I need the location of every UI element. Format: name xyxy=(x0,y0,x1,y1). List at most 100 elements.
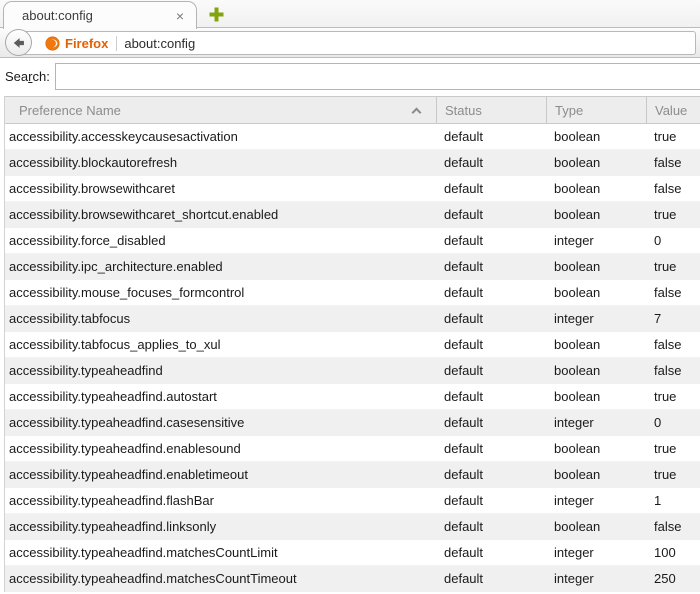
pref-name: accessibility.blockautorefresh xyxy=(9,155,178,170)
firefox-icon xyxy=(45,35,60,51)
table-row[interactable]: accessibility.typeaheadfind.flashBar defa… xyxy=(5,488,700,514)
tab-title: about:config xyxy=(22,8,93,23)
table-row[interactable]: accessibility.typeaheadfind.casesensitiv… xyxy=(5,410,700,436)
pref-name: accessibility.browsewithcaret_shortcut.e… xyxy=(9,207,279,222)
pref-status: default xyxy=(444,441,484,456)
pref-type: integer xyxy=(554,571,594,586)
pref-status: default xyxy=(444,467,484,482)
site-identity-button[interactable]: Firefox xyxy=(39,36,114,51)
column-header-preference-name[interactable]: Preference Name xyxy=(5,97,436,123)
navigation-toolbar: Firefox about:config xyxy=(0,28,700,58)
pref-status: default xyxy=(444,493,484,508)
preferences-table: Preference Name Status Type Value access… xyxy=(4,96,700,592)
table-row[interactable]: accessibility.browsewithcaret default bool… xyxy=(5,176,700,202)
pref-value: true xyxy=(654,389,677,404)
pref-status: default xyxy=(444,259,484,274)
pref-type: boolean xyxy=(554,519,601,534)
pref-type: boolean xyxy=(554,181,601,196)
pref-value: 250 xyxy=(654,571,676,586)
pref-status: default xyxy=(444,389,484,404)
url-text[interactable]: about:config xyxy=(124,36,195,51)
pref-value: 0 xyxy=(654,415,662,430)
column-header-status[interactable]: Status xyxy=(436,97,546,123)
column-header-value[interactable]: Value xyxy=(646,97,700,123)
pref-name: accessibility.mouse_focuses_formcontrol xyxy=(9,285,245,300)
pref-name: accessibility.tabfocus xyxy=(9,311,131,326)
pref-status: default xyxy=(444,155,484,170)
column-header-type[interactable]: Type xyxy=(546,97,646,123)
plus-icon xyxy=(209,7,223,22)
pref-status: default xyxy=(444,337,484,352)
pref-value: true xyxy=(654,207,677,222)
pref-type: integer xyxy=(554,545,594,560)
table-header: Preference Name Status Type Value xyxy=(5,96,700,124)
new-tab-button[interactable] xyxy=(203,4,229,25)
table-row[interactable]: accessibility.typeaheadfind.matchesCount… xyxy=(5,566,700,592)
table-row[interactable]: accessibility.browsewithcaret_shortcut.e… xyxy=(5,202,700,228)
table-row[interactable]: accessibility.tabfocus_applies_to_xul def… xyxy=(5,332,700,358)
pref-status: default xyxy=(444,207,484,222)
search-input[interactable] xyxy=(54,63,700,90)
pref-value: false xyxy=(654,285,682,300)
pref-type: integer xyxy=(554,311,594,326)
pref-type: boolean xyxy=(554,467,601,482)
pref-type: integer xyxy=(554,233,594,248)
pref-value: false xyxy=(654,337,682,352)
pref-status: default xyxy=(444,363,484,378)
table-row[interactable]: accessibility.mouse_focuses_formcontrol d… xyxy=(5,280,700,306)
table-row[interactable]: accessibility.blockautorefresh default boo… xyxy=(5,150,700,176)
table-body: accessibility.accesskeycausesactivation d… xyxy=(5,124,700,592)
pref-type: boolean xyxy=(554,129,601,144)
pref-value: true xyxy=(654,259,677,274)
pref-name: accessibility.typeaheadfind.linksonly xyxy=(9,519,217,534)
table-row[interactable]: accessibility.accesskeycausesactivation d… xyxy=(5,124,700,150)
back-button[interactable] xyxy=(5,29,32,56)
pref-status: default xyxy=(444,311,484,326)
table-row[interactable]: accessibility.typeaheadfind.autostart def… xyxy=(5,384,700,410)
pref-type: boolean xyxy=(554,363,601,378)
table-row[interactable]: accessibility.ipc_architecture.enabled de… xyxy=(5,254,700,280)
pref-type: boolean xyxy=(554,389,601,404)
pref-status: default xyxy=(444,545,484,560)
pref-value: false xyxy=(654,181,682,196)
pref-value: 100 xyxy=(654,545,676,560)
search-label: Search: xyxy=(5,69,50,84)
pref-name: accessibility.typeaheadfind.matchesCount… xyxy=(9,545,278,560)
pref-name: accessibility.ipc_architecture.enabled xyxy=(9,259,223,274)
pref-status: default xyxy=(444,129,484,144)
pref-name: accessibility.force_disabled xyxy=(9,233,166,248)
pref-value: false xyxy=(654,155,682,170)
pref-type: boolean xyxy=(554,337,601,352)
pref-name: accessibility.browsewithcaret xyxy=(9,181,175,196)
urlbar-divider xyxy=(116,35,118,51)
pref-value: 1 xyxy=(654,493,662,508)
pref-name: accessibility.typeaheadfind.casesensitiv… xyxy=(9,415,245,430)
table-row[interactable]: accessibility.typeaheadfind default boolea… xyxy=(5,358,700,384)
pref-type: boolean xyxy=(554,285,601,300)
tab-close-icon[interactable]: × xyxy=(174,9,186,23)
table-row[interactable]: accessibility.typeaheadfind.linksonly def… xyxy=(5,514,700,540)
back-arrow-icon xyxy=(13,37,24,48)
pref-type: boolean xyxy=(554,155,601,170)
site-identity-label: Firefox xyxy=(65,35,109,51)
pref-value: 0 xyxy=(654,233,662,248)
pref-type: boolean xyxy=(554,259,601,274)
location-bar[interactable]: Firefox about:config xyxy=(18,31,696,55)
pref-status: default xyxy=(444,519,484,534)
pref-value: false xyxy=(654,363,682,378)
table-row[interactable]: accessibility.typeaheadfind.matchesCount… xyxy=(5,540,700,566)
pref-status: default xyxy=(444,181,484,196)
table-row[interactable]: accessibility.force_disabled default integ… xyxy=(5,228,700,254)
pref-type: boolean xyxy=(554,207,601,222)
sort-ascending-icon xyxy=(411,107,422,118)
search-bar: Search: xyxy=(0,63,700,90)
table-row[interactable]: accessibility.typeaheadfind.enablesound d… xyxy=(5,436,700,462)
pref-status: default xyxy=(444,233,484,248)
table-row[interactable]: accessibility.typeaheadfind.enabletimeou… xyxy=(5,462,700,488)
pref-name: accessibility.typeaheadfind.flashBar xyxy=(9,493,214,508)
pref-name: accessibility.typeaheadfind xyxy=(9,363,163,378)
pref-name: accessibility.accesskeycausesactivation xyxy=(9,129,238,144)
pref-name: accessibility.typeaheadfind.enablesound xyxy=(9,441,241,456)
table-row[interactable]: accessibility.tabfocus default integer 7 xyxy=(5,306,700,332)
tab-about-config[interactable]: about:config × xyxy=(3,1,197,29)
